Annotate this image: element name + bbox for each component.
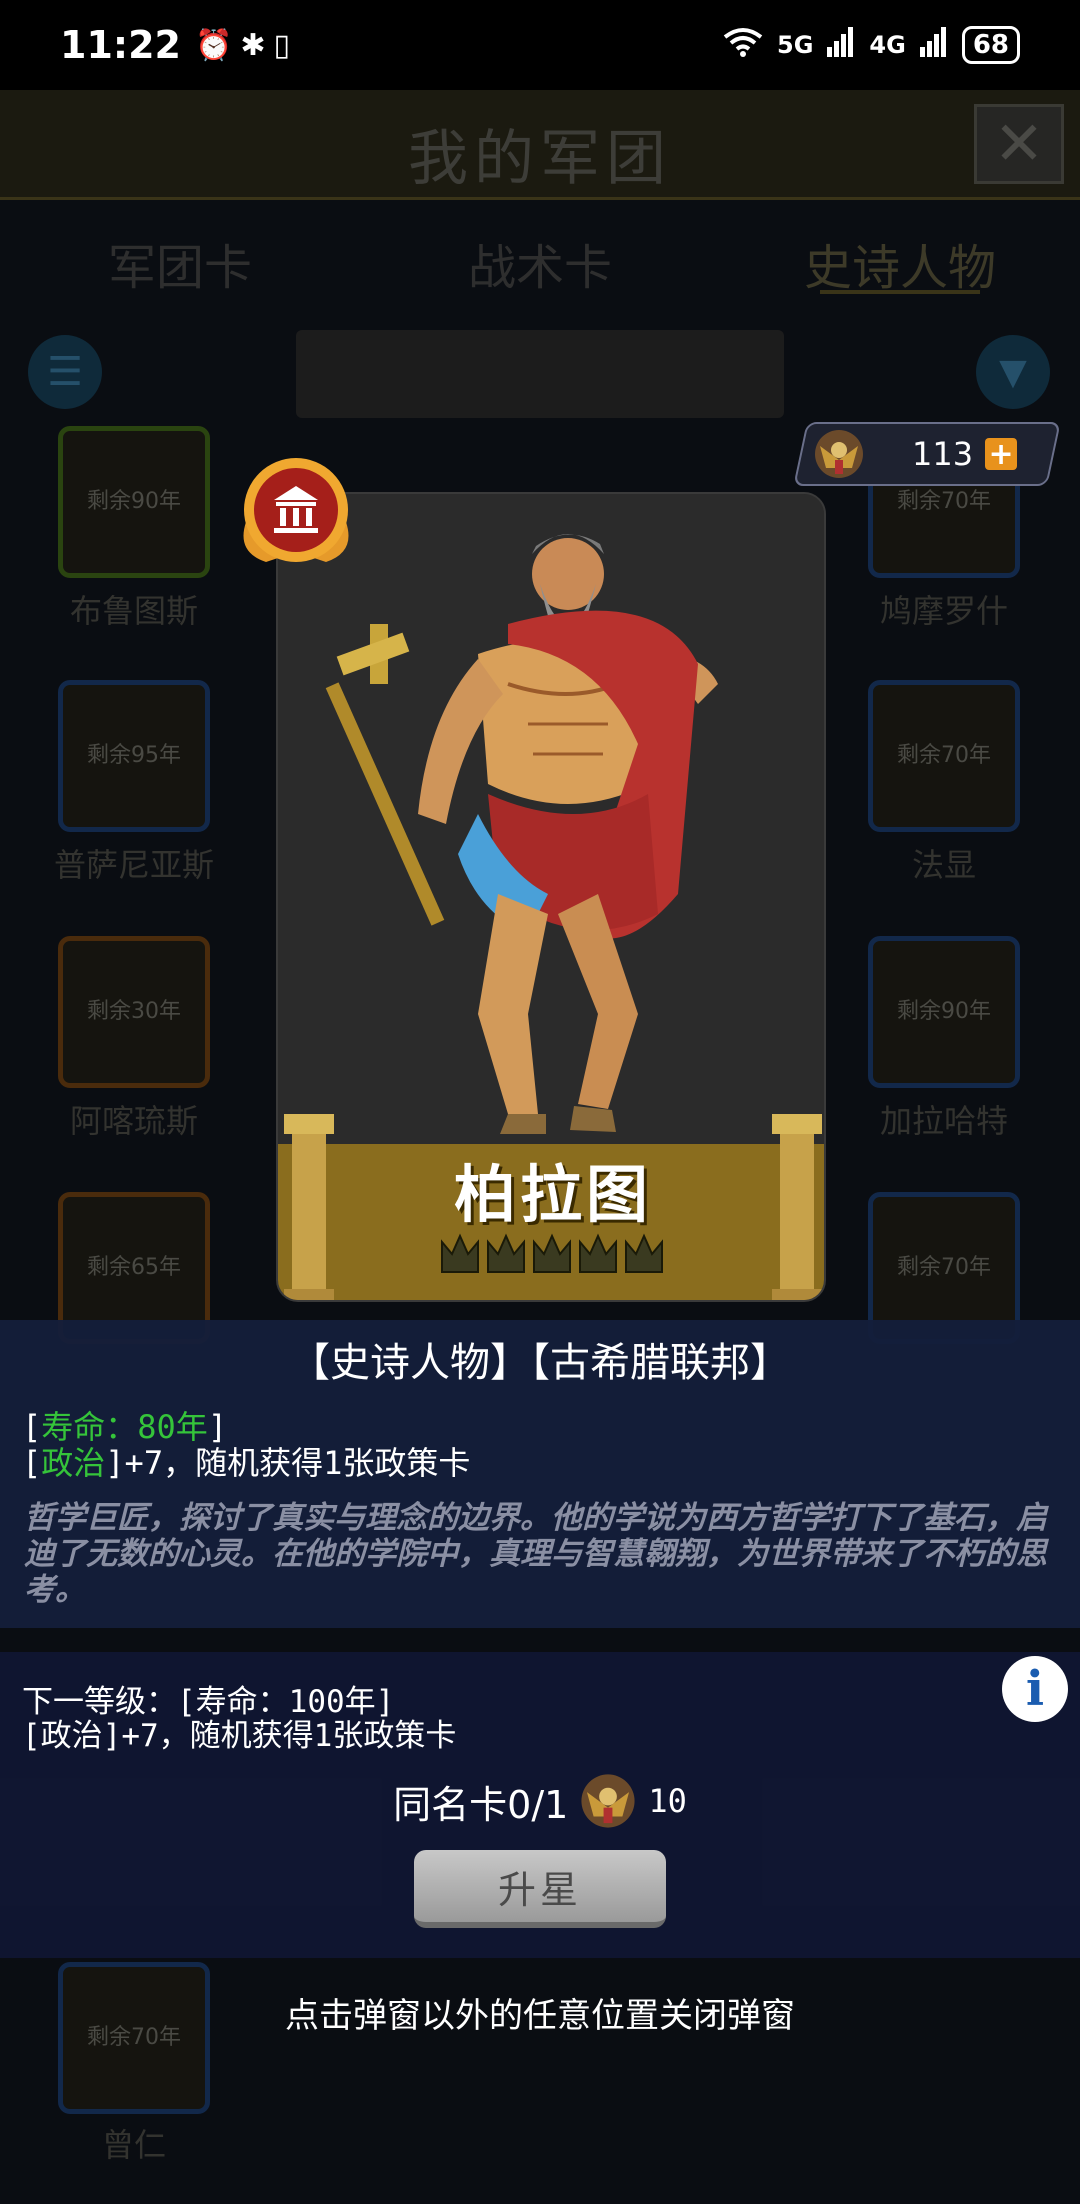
alarm-icon: ⏰ bbox=[194, 27, 233, 63]
duplicate-card-count: 同名卡0/1 bbox=[393, 1782, 569, 1827]
battery-indicator: 68 bbox=[961, 26, 1020, 64]
status-time: 11:22 bbox=[60, 23, 181, 67]
character-lore: 哲学巨匠，探讨了真实与理念的边界。他的学说为西方哲学打下了基石，启迪了无数的心灵… bbox=[24, 1500, 1047, 1608]
figure-name: 普萨尼亚斯 bbox=[53, 846, 214, 884]
wifi-icon bbox=[723, 27, 763, 63]
page-header: 我的军团 ✕ bbox=[0, 90, 1080, 200]
filter-icon[interactable]: ▼ bbox=[976, 335, 1050, 409]
figure-name: 阿喀琉斯 bbox=[69, 1102, 198, 1140]
plato-portrait bbox=[278, 494, 824, 1154]
figure-card[interactable]: 剩余95年 bbox=[58, 680, 210, 832]
character-name: 柏拉图 bbox=[453, 1158, 652, 1231]
signal-bars-icon bbox=[919, 27, 948, 63]
character-category: 【史诗人物】【古希腊联邦】 bbox=[290, 1340, 790, 1386]
signal-4g: 4G bbox=[869, 31, 906, 59]
tab-tactic-cards[interactable]: 战术卡 bbox=[360, 200, 720, 310]
add-currency-button[interactable]: + bbox=[985, 437, 1018, 472]
figure-name: 加拉哈特 bbox=[879, 1102, 1008, 1140]
currency-value: 113 bbox=[912, 435, 974, 473]
active-tab-indicator bbox=[820, 290, 980, 294]
tab-legion-cards[interactable]: 军团卡 bbox=[0, 200, 360, 310]
figure-card[interactable]: 剩余90年 bbox=[58, 426, 210, 578]
vibrate-icon: ▯ bbox=[273, 27, 290, 63]
star-rating-crowns bbox=[441, 1233, 663, 1273]
list-icon[interactable]: ☰ bbox=[28, 335, 102, 409]
figure-name: 布鲁图斯 bbox=[69, 592, 198, 630]
character-card: 柏拉图 bbox=[276, 492, 826, 1302]
signal-5g: 5G bbox=[777, 31, 814, 59]
eagle-emblem-icon bbox=[581, 1774, 635, 1828]
star-up-button[interactable]: 升星 bbox=[414, 1850, 666, 1928]
politics-tag: 政治 bbox=[41, 1444, 106, 1482]
eagle-emblem-icon bbox=[815, 430, 863, 478]
character-info-panel: 【史诗人物】【古希腊联邦】 [寿命：80年] [政治]+7，随机获得1张政策卡 … bbox=[0, 1320, 1080, 1628]
upgrade-cost: 10 bbox=[648, 1782, 687, 1820]
duplicate-card-row: 同名卡0/1 10 bbox=[0, 1770, 1080, 1832]
figure-card[interactable]: 剩余70年 bbox=[58, 1962, 210, 2114]
close-hint-text: 点击弹窗以外的任意位置关闭弹窗 bbox=[285, 1996, 795, 2036]
bluetooth-icon: ✱ bbox=[240, 27, 266, 63]
museum-badge-icon bbox=[243, 458, 349, 562]
signal-bars-icon bbox=[827, 27, 855, 63]
status-bar: 11:22 ⏰ ✱ ▯ 5G 4G 68 bbox=[0, 0, 1080, 90]
figure-name: 曾仁 bbox=[101, 2126, 166, 2164]
figure-card[interactable]: 剩余70年 bbox=[868, 680, 1020, 832]
figure-name: 法显 bbox=[911, 846, 976, 884]
search-input[interactable] bbox=[296, 330, 784, 418]
politics-line: [政治]+7，随机获得1张政策卡 bbox=[22, 1444, 471, 1482]
politics-effect: +7，随机获得1张政策卡 bbox=[124, 1444, 471, 1482]
figure-name: 鸠摩罗什 bbox=[879, 592, 1008, 630]
figure-card[interactable]: 剩余90年 bbox=[868, 936, 1020, 1088]
info-icon[interactable]: i bbox=[1002, 1656, 1068, 1722]
figure-card[interactable]: 剩余30年 bbox=[58, 936, 210, 1088]
page-title: 我的军团 bbox=[408, 124, 672, 194]
currency-counter[interactable]: 113 + bbox=[793, 422, 1061, 486]
next-effect-line: [政治]+7，随机获得1张政策卡 bbox=[22, 1718, 457, 1754]
upgrade-panel: 下一等级：[寿命：100年] [政治]+7，随机获得1张政策卡 i 同名卡0/1… bbox=[0, 1652, 1080, 1958]
close-button[interactable]: ✕ bbox=[974, 104, 1064, 184]
